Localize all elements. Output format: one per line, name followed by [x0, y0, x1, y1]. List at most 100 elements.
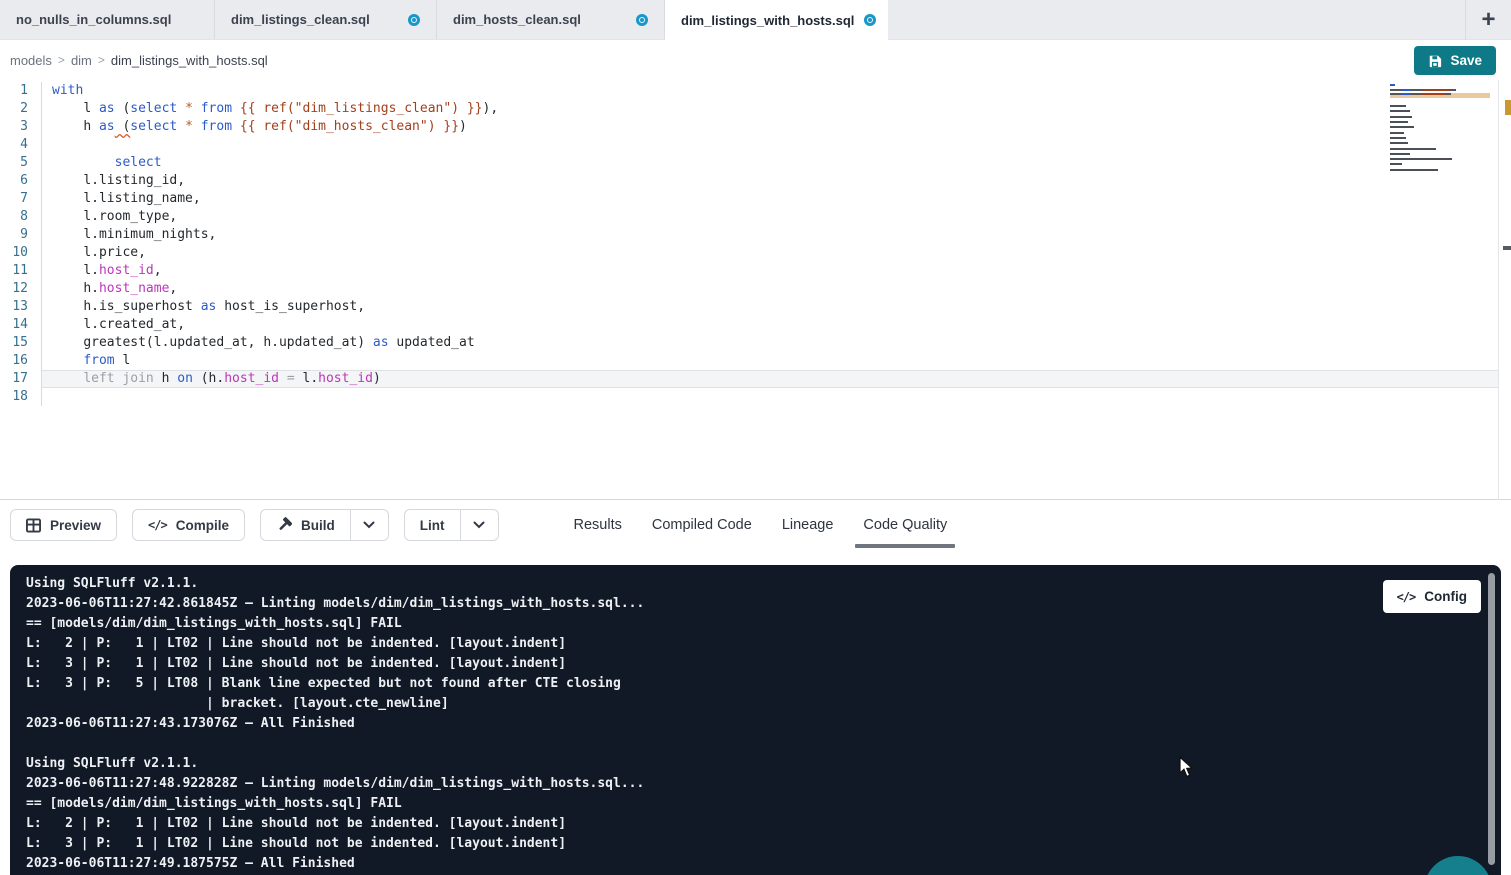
line-number: 18: [0, 388, 41, 406]
file-tab-label: dim_hosts_clean.sql: [453, 12, 581, 27]
file-tab-dim-hosts-clean[interactable]: dim_hosts_clean.sql: [437, 0, 665, 39]
minimap-line: [1390, 110, 1490, 112]
minimap-line: [1390, 163, 1490, 165]
line-number: 8: [0, 208, 41, 226]
minimap-line: [1390, 89, 1490, 91]
compile-button[interactable]: </> Compile: [132, 509, 245, 541]
tab-results[interactable]: Results: [559, 500, 637, 550]
editor-right-border: [1498, 80, 1499, 500]
file-tab-dim-listings-with-hosts[interactable]: dim_listings_with_hosts.sql: [665, 0, 888, 40]
line-content: l.minimum_nights,: [41, 226, 1498, 244]
code-token: l.created_at,: [83, 317, 185, 332]
code-line: 17 left join h on (h.host_id = l.host_id…: [0, 370, 1498, 388]
code-token: *: [185, 119, 193, 134]
code-token: l: [115, 353, 131, 368]
line-content: select: [41, 154, 1498, 172]
code-token: l.: [303, 371, 319, 386]
lint-output-terminal: Using SQLFluff v2.1.1. 2023-06-06T11:27:…: [10, 565, 1501, 875]
lint-button[interactable]: Lint: [404, 509, 461, 541]
action-toolbar: Preview </> Compile Build Lint: [0, 500, 1511, 550]
line-content: [41, 388, 1498, 406]
code-token: [232, 119, 240, 134]
line-content: l.room_type,: [41, 208, 1498, 226]
code-token: l.minimum_nights,: [83, 227, 216, 242]
build-label: Build: [301, 518, 335, 533]
unsaved-changes-icon: [408, 14, 420, 26]
code-token: updated_at: [389, 335, 475, 350]
line-content: [41, 136, 1498, 154]
breadcrumb-models[interactable]: models: [10, 53, 52, 68]
code-token: {{ ref("dim_hosts_clean") }}: [240, 119, 459, 134]
code-line: 2 l as (select * from {{ ref("dim_listin…: [0, 100, 1498, 118]
terminal-scrollbar[interactable]: [1488, 573, 1495, 865]
code-token: l.room_type,: [83, 209, 177, 224]
line-number: 4: [0, 136, 41, 154]
code-token: ): [373, 371, 381, 386]
code-line: 15 greatest(l.updated_at, h.updated_at) …: [0, 334, 1498, 352]
line-content: left join h on (h.host_id = l.host_id): [41, 370, 1498, 388]
code-line: 11 l.host_id,: [0, 262, 1498, 280]
minimap-line: [1390, 174, 1490, 176]
tab-compiled-code[interactable]: Compiled Code: [637, 500, 767, 550]
floppy-disk-icon: [1428, 54, 1442, 68]
breadcrumb-row: models > dim > dim_listings_with_hosts.s…: [0, 40, 1511, 80]
line-content: h as (select * from {{ ref("dim_hosts_cl…: [41, 118, 1498, 136]
line-number: 3: [0, 118, 41, 136]
code-token: (: [115, 101, 131, 116]
code-token: h.: [83, 281, 99, 296]
code-token: host_id: [224, 371, 279, 386]
build-button[interactable]: Build: [260, 509, 351, 541]
code-token: h.is_superhost: [83, 299, 200, 314]
preview-button[interactable]: Preview: [10, 509, 117, 541]
file-tab-no-nulls-in-columns[interactable]: no_nulls_in_columns.sql: [0, 0, 215, 39]
build-dropdown-button[interactable]: [351, 509, 389, 541]
code-line: 13 h.is_superhost as host_is_superhost,: [0, 298, 1498, 316]
code-token: *: [185, 101, 193, 116]
file-tab-bar: no_nulls_in_columns.sql dim_listings_cle…: [0, 0, 1511, 40]
breadcrumb-dim[interactable]: dim: [71, 53, 92, 68]
scrollbar-position-marker[interactable]: [1503, 246, 1511, 250]
minimap-line: [1390, 142, 1490, 144]
code-line: 6 l.listing_id,: [0, 172, 1498, 190]
new-tab-button[interactable]: +: [1465, 0, 1511, 40]
tab-lineage[interactable]: Lineage: [767, 500, 849, 550]
tab-label: Code Quality: [863, 517, 947, 533]
chevron-down-icon: [473, 521, 485, 529]
table-icon: [26, 518, 41, 533]
minimap-line: [1390, 126, 1490, 128]
config-button[interactable]: </> Config: [1383, 580, 1481, 613]
dbt-cloud-ide: { "tabs": { "items": [ { "label": "no_nu…: [0, 0, 1511, 875]
code-line: 5 select: [0, 154, 1498, 172]
minimap-line: [1390, 169, 1490, 171]
code-token: on: [177, 371, 193, 386]
code-line: 8 l.room_type,: [0, 208, 1498, 226]
code-token: [193, 119, 201, 134]
minimap-line: [1390, 121, 1490, 123]
config-label: Config: [1424, 589, 1467, 604]
file-tab-label: no_nulls_in_columns.sql: [16, 12, 171, 27]
tab-code-quality[interactable]: Code Quality: [848, 500, 962, 550]
file-tab-dim-listings-clean[interactable]: dim_listings_clean.sql: [215, 0, 437, 39]
save-label: Save: [1450, 53, 1482, 68]
code-line: 3 h as (select * from {{ ref("dim_hosts_…: [0, 118, 1498, 136]
line-number: 1: [0, 82, 41, 100]
code-editor[interactable]: 1with2 l as (select * from {{ ref("dim_l…: [0, 80, 1511, 500]
terminal-output: Using SQLFluff v2.1.1. 2023-06-06T11:27:…: [10, 565, 1501, 874]
minimap-line: [1390, 100, 1490, 102]
result-tabs: Results Compiled Code Lineage Code Quali…: [559, 500, 963, 550]
lint-dropdown-button[interactable]: [461, 509, 499, 541]
compile-label: Compile: [176, 518, 229, 533]
code-token: h: [83, 119, 99, 134]
code-token: from: [201, 101, 232, 116]
line-content: l.created_at,: [41, 316, 1498, 334]
lint-label: Lint: [420, 518, 445, 533]
line-number: 6: [0, 172, 41, 190]
file-tab-label: dim_listings_with_hosts.sql: [681, 13, 854, 28]
minimap-line: [1390, 153, 1490, 155]
line-content: l as (select * from {{ ref("dim_listings…: [41, 100, 1498, 118]
save-button[interactable]: Save: [1414, 46, 1496, 75]
minimap[interactable]: [1390, 84, 1490, 179]
code-token: left join: [83, 371, 153, 386]
code-token: select: [115, 155, 162, 170]
code-token: ,: [154, 263, 162, 278]
